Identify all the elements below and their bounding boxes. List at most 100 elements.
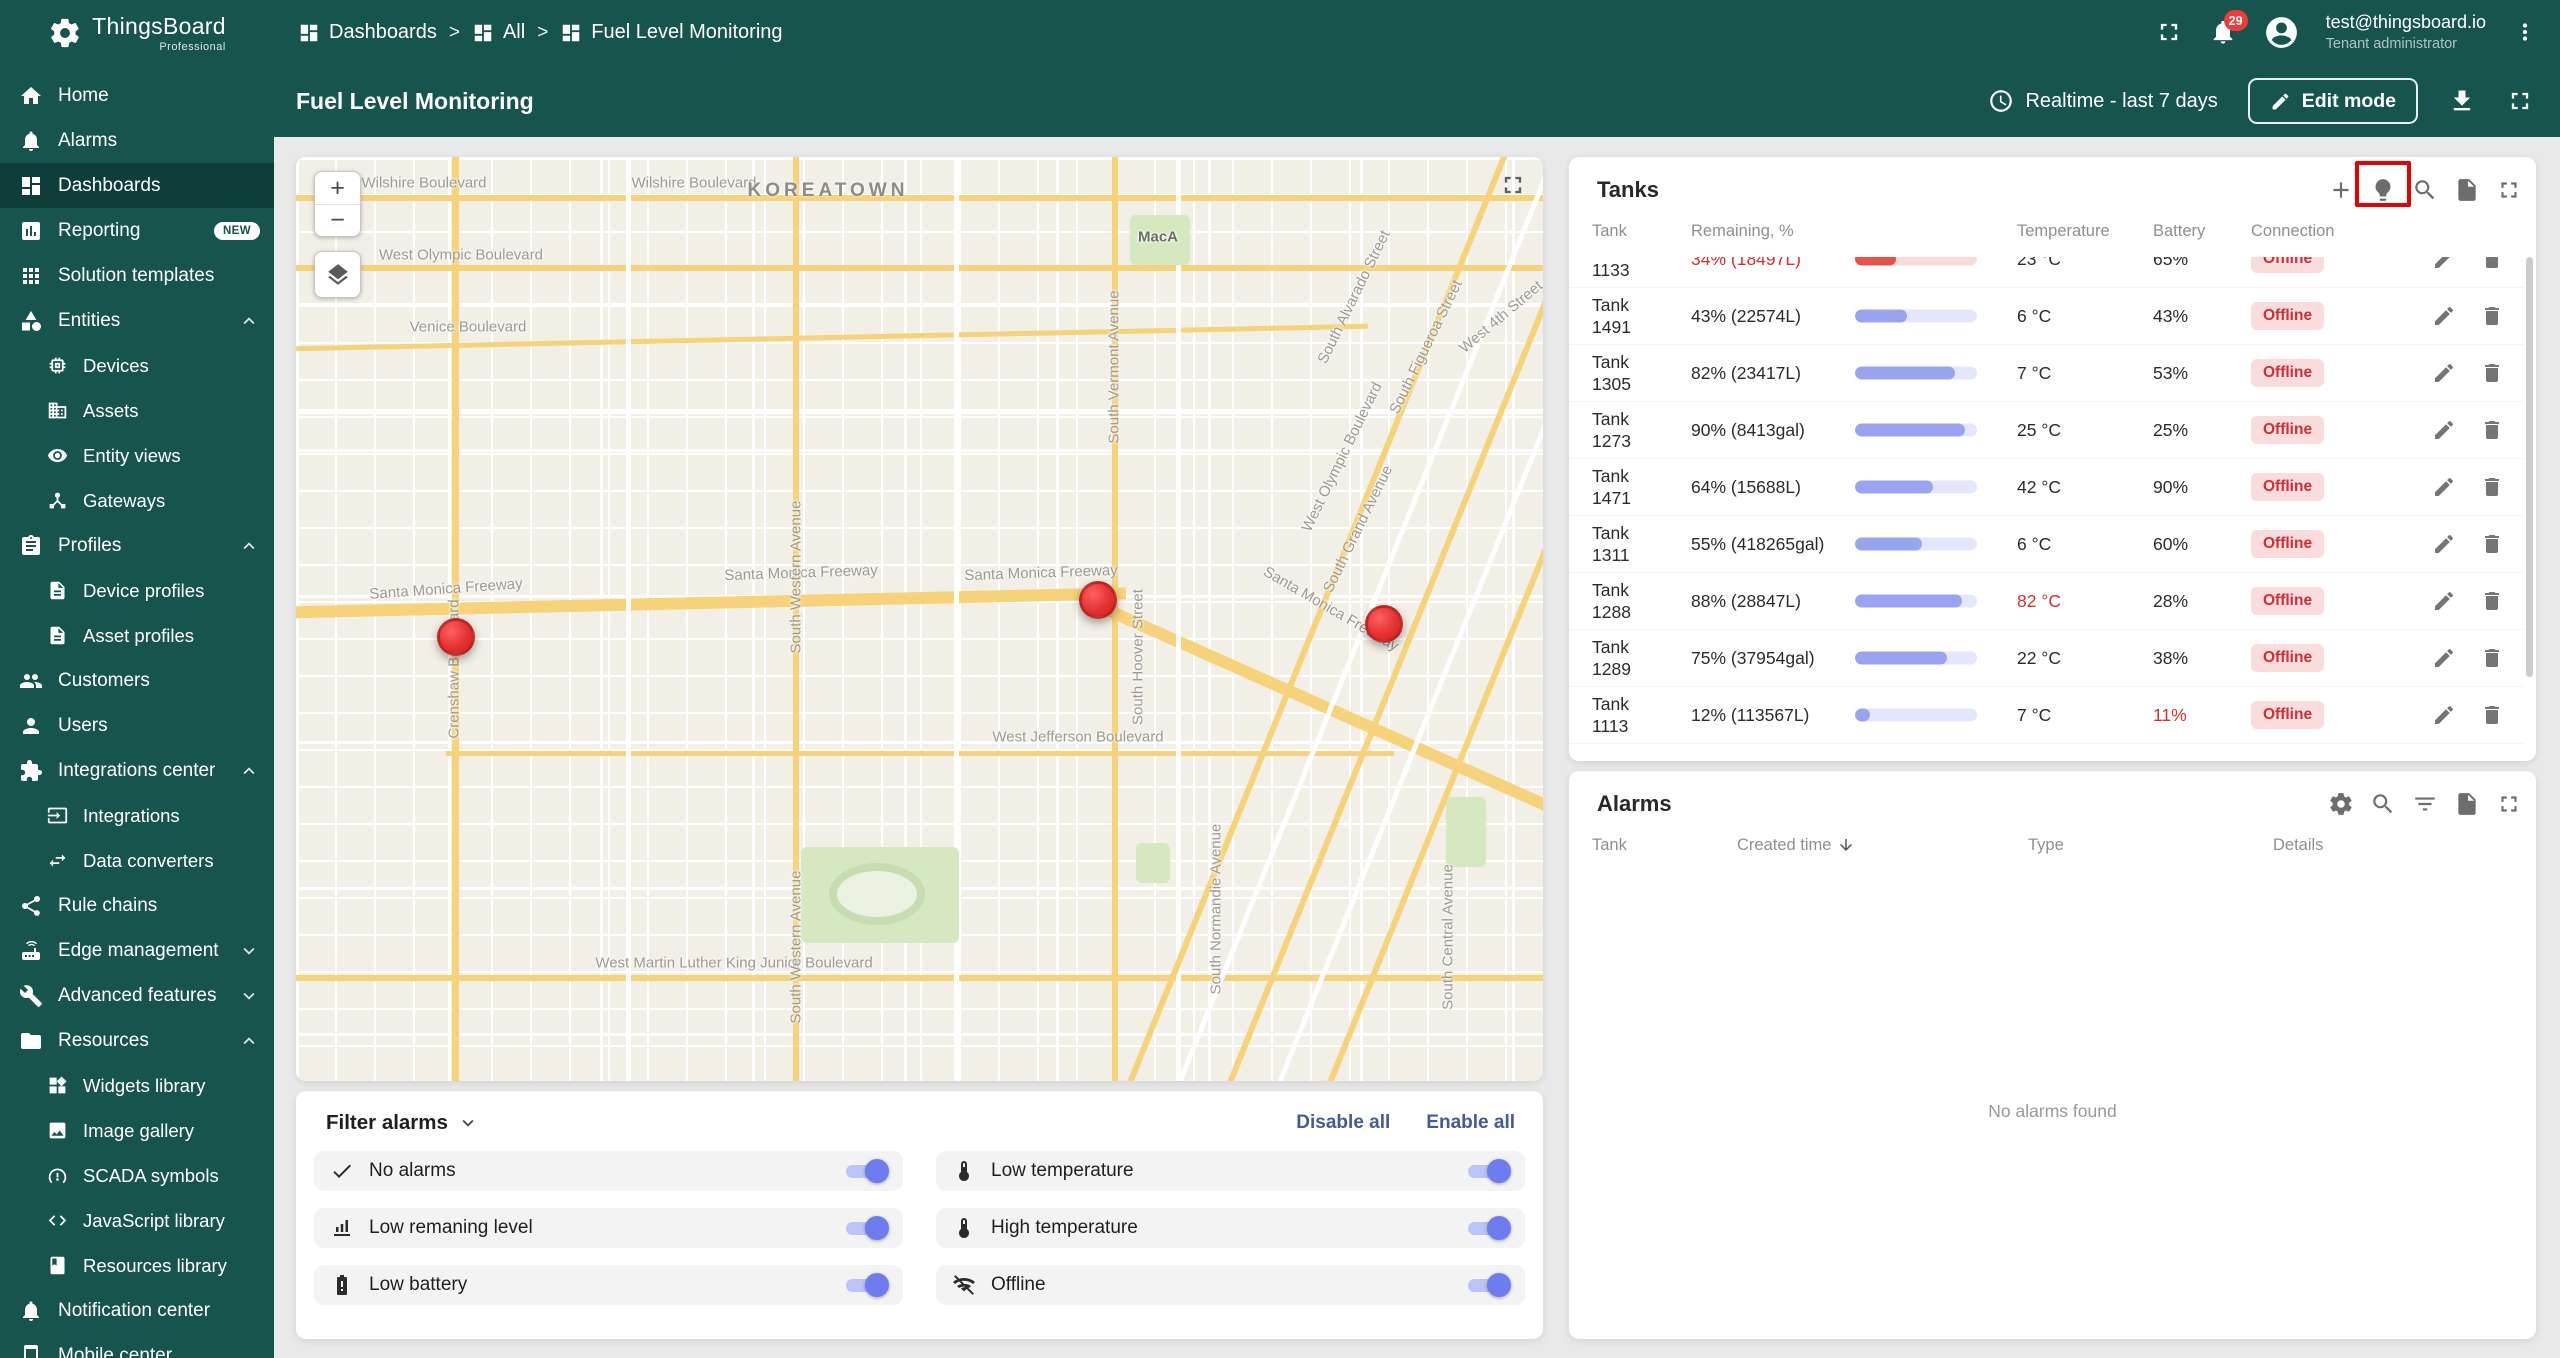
sidebar-item-edge-management[interactable]: Edge management — [0, 928, 274, 973]
notifications-button[interactable]: 29 — [2209, 10, 2248, 46]
more-menu-icon[interactable] — [2512, 19, 2538, 45]
alarms-file-icon[interactable] — [2454, 791, 2480, 817]
toggle-switch-offline[interactable] — [1465, 1273, 1511, 1297]
alarms-gear-icon[interactable] — [2328, 791, 2354, 817]
timewindow-button[interactable]: Realtime - last 7 days — [1988, 88, 2218, 114]
sidebar-item-entities[interactable]: Entities — [0, 298, 274, 343]
edit-row-icon[interactable] — [2432, 589, 2456, 613]
delete-row-icon[interactable] — [2480, 257, 2504, 271]
edit-row-icon[interactable] — [2432, 532, 2456, 556]
table-row[interactable]: Tank 1311 55% (418265gal) 6 °C 60% Offline — [1569, 516, 2524, 573]
zoom-in-button[interactable]: + — [315, 172, 360, 204]
toggle-switch-low-remaning-level[interactable] — [843, 1216, 889, 1240]
breadcrumb-item-all[interactable]: All — [472, 21, 525, 44]
table-row[interactable]: Tank 1288 88% (28847L) 82 °C 28% Offline — [1569, 573, 2524, 630]
tanks-lightbulb-icon[interactable] — [2370, 177, 2396, 203]
sidebar-item-gateways[interactable]: Gateways — [0, 478, 274, 523]
tanks-search-icon[interactable] — [2412, 177, 2438, 203]
tanks-plus-icon[interactable] — [2328, 177, 2354, 203]
edit-row-icon[interactable] — [2432, 703, 2456, 727]
sidebar-item-label: Reporting — [58, 219, 141, 241]
sidebar-item-solution-templates[interactable]: Solution templates — [0, 253, 274, 298]
sidebar-item-notification-center[interactable]: Notification center — [0, 1288, 274, 1333]
connection-cell: Offline — [2251, 359, 2401, 387]
toggle-switch-no-alarms[interactable] — [843, 1159, 889, 1183]
sidebar-item-rule-chains[interactable]: Rule chains — [0, 883, 274, 928]
map[interactable]: Wilshire Boulevard Wilshire Boulevard West… — [296, 157, 1543, 1081]
sidebar-item-customers[interactable]: Customers — [0, 658, 274, 703]
alarms-filter-icon[interactable] — [2412, 791, 2438, 817]
table-row[interactable]: Tank 1273 90% (8413gal) 25 °C 25% Offline — [1569, 402, 2524, 459]
breadcrumb-item-dashboards[interactable]: Dashboards — [298, 21, 437, 44]
table-row[interactable]: Tank 1305 82% (23417L) 7 °C 53% Offline — [1569, 345, 2524, 402]
table-row[interactable]: Tank 1289 75% (37954gal) 22 °C 38% Offline — [1569, 630, 2524, 687]
column-header-created-time[interactable]: Created time — [1737, 836, 2028, 855]
delete-row-icon[interactable] — [2480, 589, 2504, 613]
delete-row-icon[interactable] — [2480, 646, 2504, 670]
toggle-switch-low-battery[interactable] — [843, 1273, 889, 1297]
zoom-out-button[interactable]: − — [315, 204, 360, 236]
tanks-fullscreen-icon[interactable] — [2496, 177, 2522, 203]
sidebar-item-scada-symbols[interactable]: SCADA symbols — [0, 1153, 274, 1198]
sidebar-item-data-converters[interactable]: Data converters — [0, 838, 274, 883]
sidebar-item-integrations[interactable]: Integrations — [0, 793, 274, 838]
edit-row-icon[interactable] — [2432, 361, 2456, 385]
alarms-search-icon[interactable] — [2370, 791, 2396, 817]
fullscreen-icon[interactable] — [2155, 18, 2183, 46]
map-marker-1[interactable] — [437, 618, 475, 656]
sidebar-item-assets[interactable]: Assets — [0, 388, 274, 433]
delete-row-icon[interactable] — [2480, 304, 2504, 328]
edit-row-icon[interactable] — [2432, 418, 2456, 442]
thingsboard-logo[interactable]: ThingsBoard Professional — [0, 13, 274, 53]
sidebar-item-profiles[interactable]: Profiles — [0, 523, 274, 568]
sidebar-item-image-gallery[interactable]: Image gallery — [0, 1108, 274, 1153]
sidebar-item-devices[interactable]: Devices — [0, 343, 274, 388]
sidebar-item-mobile-center[interactable]: Mobile center — [0, 1333, 274, 1358]
download-icon[interactable] — [2448, 87, 2476, 115]
delete-row-icon[interactable] — [2480, 703, 2504, 727]
enable-all-button[interactable]: Enable all — [1426, 1112, 1515, 1134]
delete-row-icon[interactable] — [2480, 418, 2504, 442]
edit-mode-button[interactable]: Edit mode — [2247, 78, 2418, 124]
toolbar-fullscreen-icon[interactable] — [2506, 87, 2534, 115]
tanks-file-icon[interactable] — [2454, 177, 2480, 203]
map-marker-2[interactable] — [1079, 581, 1117, 619]
breadcrumb-item-fuel-level-monitoring[interactable]: Fuel Level Monitoring — [560, 21, 783, 44]
sidebar-item-reporting[interactable]: Reporting NEW — [0, 208, 274, 253]
edit-row-icon[interactable] — [2432, 646, 2456, 670]
tanks-scrollbar[interactable] — [2526, 257, 2533, 677]
table-row[interactable]: Tank 1113 12% (113567L) 7 °C 11% Offline — [1569, 687, 2524, 744]
disable-all-button[interactable]: Disable all — [1296, 1112, 1390, 1134]
sidebar-item-integrations-center[interactable]: Integrations center — [0, 748, 274, 793]
edit-row-icon[interactable] — [2432, 304, 2456, 328]
user-info[interactable]: test@thingsboard.io Tenant administrator — [2326, 11, 2486, 53]
toggle-switch-low-temperature[interactable] — [1465, 1159, 1511, 1183]
sidebar-item-device-profiles[interactable]: Device profiles — [0, 568, 274, 613]
delete-row-icon[interactable] — [2480, 475, 2504, 499]
sidebar-item-resources[interactable]: Resources — [0, 1018, 274, 1063]
map-marker-3[interactable] — [1365, 605, 1403, 643]
sidebar-item-entity-views[interactable]: Entity views — [0, 433, 274, 478]
sidebar-item-home[interactable]: Home — [0, 73, 274, 118]
sidebar-item-widgets-library[interactable]: Widgets library — [0, 1063, 274, 1108]
map-layers-button[interactable] — [314, 251, 361, 298]
sidebar-item-users[interactable]: Users — [0, 703, 274, 748]
sidebar-item-alarms[interactable]: Alarms — [0, 118, 274, 163]
delete-row-icon[interactable] — [2480, 361, 2504, 385]
delete-row-icon[interactable] — [2480, 532, 2504, 556]
avatar-icon[interactable] — [2263, 14, 2300, 51]
sidebar-item-advanced-features[interactable]: Advanced features — [0, 973, 274, 1018]
table-row[interactable]: Tank 1491 43% (22574L) 6 °C 43% Offline — [1569, 288, 2524, 345]
table-row[interactable]: Tank 1471 64% (15688L) 42 °C 90% Offline — [1569, 459, 2524, 516]
edit-row-icon[interactable] — [2432, 257, 2456, 271]
alarms-fullscreen-icon[interactable] — [2496, 791, 2522, 817]
sidebar-item-asset-profiles[interactable]: Asset profiles — [0, 613, 274, 658]
toggle-switch-high-temperature[interactable] — [1465, 1216, 1511, 1240]
sidebar-item-javascript-library[interactable]: JavaScript library — [0, 1198, 274, 1243]
filter-alarms-toggle[interactable]: Filter alarms — [326, 1111, 479, 1135]
sidebar-item-dashboards[interactable]: Dashboards — [0, 163, 274, 208]
table-row[interactable]: Tank113334% (18497L) 23 °C 65% Offline — [1569, 257, 2524, 288]
sidebar-item-resources-library[interactable]: Resources library — [0, 1243, 274, 1288]
edit-row-icon[interactable] — [2432, 475, 2456, 499]
map-fullscreen-icon[interactable] — [1499, 171, 1527, 199]
